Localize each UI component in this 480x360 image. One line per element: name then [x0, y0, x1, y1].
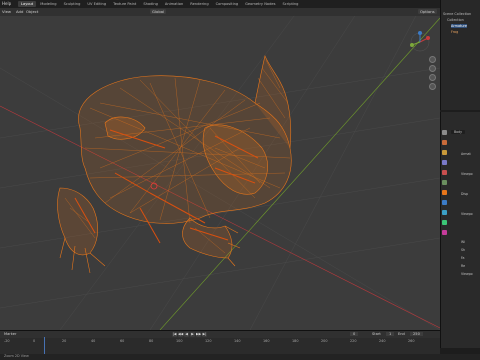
end-frame-field[interactable]: 250 — [410, 332, 423, 336]
prop-label-face: Fa — [461, 256, 465, 260]
material-tab-icon[interactable] — [442, 230, 447, 235]
play-icon[interactable]: ▶ — [190, 332, 195, 337]
outliner-row-scene-collection[interactable]: Scene Collection — [443, 12, 471, 16]
outliner-row-armature[interactable]: Armature — [451, 24, 467, 28]
tick-label: 40 — [91, 339, 96, 343]
tab-texture-paint[interactable]: Texture Paint — [110, 1, 139, 7]
jump-end-icon[interactable]: ▶| — [202, 332, 207, 337]
scene-tab-icon[interactable] — [442, 170, 447, 175]
tab-geometry-nodes[interactable]: Geometry Nodes — [242, 1, 278, 7]
prop-label-shape: Sh — [461, 248, 466, 252]
options-button[interactable]: Options — [418, 9, 437, 14]
render-tab-icon[interactable] — [442, 140, 447, 145]
tab-layout[interactable]: Layout — [18, 1, 37, 7]
jump-start-icon[interactable]: |◀ — [172, 332, 177, 337]
view-layer-tab-icon[interactable] — [442, 160, 447, 165]
tab-compositing[interactable]: Compositing — [213, 1, 242, 7]
status-bar: Zoom 2D View — [0, 354, 480, 360]
tab-shading[interactable]: Shading — [140, 1, 161, 7]
menu-view[interactable]: View — [2, 9, 11, 14]
menu-object[interactable]: Object — [26, 9, 38, 14]
menu-add[interactable]: Add — [16, 9, 23, 14]
prev-keyframe-icon[interactable]: ◀◀ — [178, 332, 183, 337]
tick-label: 20 — [62, 339, 67, 343]
prop-label-armature: Armat — [461, 152, 471, 156]
tick-label: 160 — [263, 339, 270, 343]
tick-label: 60 — [120, 339, 125, 343]
outliner-row-collection[interactable]: Collection — [447, 18, 464, 22]
tool-tab-icon[interactable] — [442, 130, 447, 135]
data-tab-icon[interactable] — [442, 220, 447, 225]
properties-search[interactable]: Body — [451, 130, 466, 134]
frog-wireframe[interactable] — [57, 55, 292, 274]
end-label: End — [398, 332, 405, 336]
tick-label: 0 — [33, 339, 36, 343]
timeline-panel[interactable]: Marker |◀ ◀◀ ◀ ▶ ▶▶ ▶| 0 Start 1 End 250… — [0, 330, 440, 355]
marker-menu[interactable]: Marker — [4, 332, 16, 336]
3d-viewport[interactable]: View Add Object Global Options — [0, 8, 440, 330]
start-frame-field[interactable]: 1 — [386, 332, 395, 336]
grid-perspective-icon[interactable] — [429, 83, 436, 90]
prop-label-viewport-2: Viewpo — [461, 212, 473, 216]
tick-label: -20 — [4, 339, 10, 343]
object-tab-icon[interactable] — [442, 190, 447, 195]
tick-label: 260 — [408, 339, 415, 343]
output-tab-icon[interactable] — [442, 150, 447, 155]
hand-pan-icon[interactable] — [429, 65, 436, 72]
viewport-canvas[interactable] — [0, 8, 440, 330]
outliner-panel: Scene Collection Collection Armature Fro… — [440, 0, 480, 110]
prop-label-viewport-1: Viewpo — [461, 172, 473, 176]
viewport-header: View Add Object Global Options — [0, 8, 440, 16]
prop-label-viewport-3: Viewpo — [461, 272, 473, 276]
playhead[interactable] — [44, 337, 45, 355]
tick-label: 140 — [234, 339, 241, 343]
current-frame-field[interactable]: 0 — [350, 332, 359, 336]
next-keyframe-icon[interactable]: ▶▶ — [196, 332, 201, 337]
menu-help[interactable]: Help — [2, 1, 11, 6]
camera-icon[interactable] — [429, 74, 436, 81]
tab-uv-editing[interactable]: UV Editing — [84, 1, 109, 7]
start-label: Start — [372, 332, 381, 336]
tab-sculpting[interactable]: Sculpting — [61, 1, 84, 7]
navigation-gizmo[interactable] — [410, 31, 430, 52]
world-tab-icon[interactable] — [442, 180, 447, 185]
tab-scripting[interactable]: Scripting — [279, 1, 301, 7]
tick-label: 200 — [321, 339, 328, 343]
prop-label-wire: Wi — [461, 240, 465, 244]
play-reverse-icon[interactable]: ◀ — [184, 332, 189, 337]
prop-label-display: Disp — [461, 192, 469, 196]
tab-modeling[interactable]: Modeling — [37, 1, 59, 7]
outliner-row-frog[interactable]: Frog — [451, 30, 458, 34]
status-hint: Zoom 2D View — [4, 354, 29, 358]
modifier-tab-icon[interactable] — [442, 200, 447, 205]
tab-animation[interactable]: Animation — [162, 1, 186, 7]
workspace-tabs: Layout Modeling Sculpting UV Editing Tex… — [18, 1, 301, 7]
tick-label: 100 — [176, 339, 183, 343]
physics-tab-icon[interactable] — [442, 210, 447, 215]
prop-label-relations: Re — [461, 264, 466, 268]
zoom-icon[interactable] — [429, 56, 436, 63]
tick-label: 220 — [350, 339, 357, 343]
tick-label: 120 — [205, 339, 212, 343]
tick-label: 80 — [149, 339, 154, 343]
tab-rendering[interactable]: Rendering — [187, 1, 211, 7]
transform-orientation-select[interactable]: Global — [150, 9, 167, 14]
timeline-header: Marker |◀ ◀◀ ◀ ▶ ▶▶ ▶| 0 Start 1 End 250 — [0, 331, 440, 338]
tick-label: 180 — [292, 339, 299, 343]
tick-label: 240 — [379, 339, 386, 343]
